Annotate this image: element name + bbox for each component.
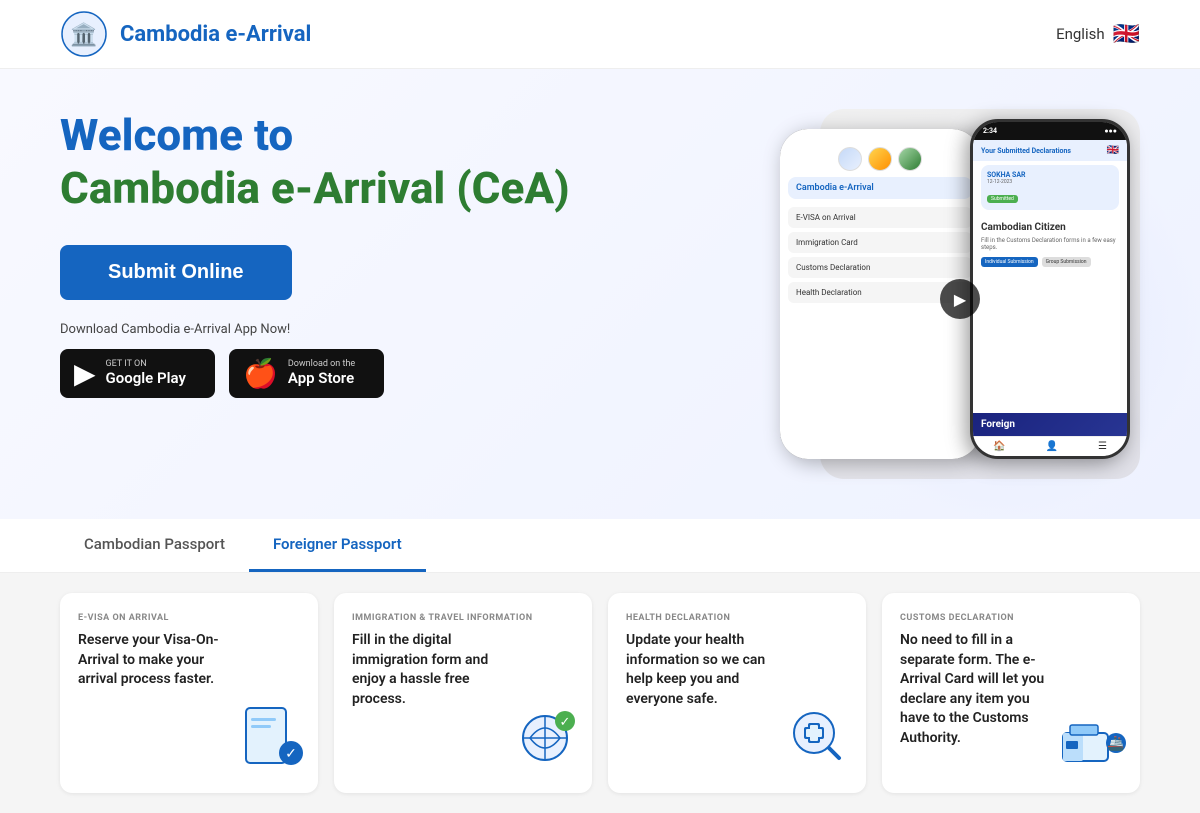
- cards-section: E-VISA ON ARRIVAL Reserve your Visa-On-A…: [0, 573, 1200, 813]
- tabs-section: Cambodian Passport Foreigner Passport: [0, 519, 1200, 573]
- card-health-tag: HEALTH DECLARATION: [626, 613, 848, 623]
- phone-time: 2:34: [983, 127, 997, 135]
- tab-foreigner-passport[interactable]: Foreigner Passport: [249, 519, 426, 572]
- submit-online-button[interactable]: Submit Online: [60, 245, 292, 300]
- hero-section: Welcome to Cambodia e-Arrival (CeA) Subm…: [0, 69, 1200, 519]
- phone-citizen-desc: Fill in the Customs Declaration forms in…: [981, 237, 1119, 251]
- card-immigration: IMMIGRATION & TRAVEL INFORMATION Fill in…: [334, 593, 592, 793]
- language-selector[interactable]: English 🇬🇧: [1056, 22, 1140, 47]
- svg-text:✓: ✓: [560, 715, 571, 730]
- svg-text:✓: ✓: [285, 746, 297, 762]
- card-customs-tag: CUSTOMS DECLARATION: [900, 613, 1122, 623]
- header: 🏛️ Cambodia e-Arrival English 🇬🇧: [0, 0, 1200, 69]
- phone-individual-btn[interactable]: Individual Submission: [981, 257, 1038, 267]
- card-evisa-icon: ✓: [236, 703, 306, 773]
- google-play-top-text: GET IT ON: [106, 360, 186, 369]
- phone-card-status: Submitted: [987, 195, 1018, 203]
- phone-declarations-header: Your Submitted Declarations: [981, 147, 1071, 155]
- card-immigration-title: Fill in the digital immigration form and…: [352, 631, 512, 709]
- hero-content: Welcome to Cambodia e-Arrival (CeA) Subm…: [60, 109, 620, 398]
- phone-card-date: 12-12-2023: [987, 179, 1113, 185]
- hero-welcome-line2: Cambodia e-Arrival (CeA): [60, 162, 620, 215]
- card-evisa-title: Reserve your Visa-On-Arrival to make you…: [78, 631, 238, 690]
- app-badges: ▶ GET IT ON Google Play 🍎 Download on th…: [60, 349, 620, 398]
- site-title: Cambodia e-Arrival: [120, 22, 311, 47]
- google-play-main-text: Google Play: [106, 369, 186, 387]
- card-immigration-tag: IMMIGRATION & TRAVEL INFORMATION: [352, 613, 574, 623]
- google-play-icon: ▶: [74, 357, 96, 390]
- card-health-icon: [784, 703, 854, 773]
- svg-text:🚢: 🚢: [1107, 736, 1124, 752]
- card-immigration-icon: ✓: [510, 703, 580, 773]
- svg-text:🏛️: 🏛️: [70, 22, 97, 48]
- phone-app-name: Cambodia e-Arrival: [788, 177, 972, 199]
- card-customs-title: No need to fill in a separate form. The …: [900, 631, 1060, 749]
- phone-group-btn[interactable]: Group Submission: [1042, 257, 1091, 267]
- card-evisa-tag: E-VISA ON ARRIVAL: [78, 613, 300, 623]
- download-label: Download Cambodia e-Arrival App Now!: [60, 322, 620, 337]
- phone-user-name: SOKHA SAR: [987, 171, 1113, 179]
- google-play-badge[interactable]: ▶ GET IT ON Google Play: [60, 349, 215, 398]
- app-store-badge[interactable]: 🍎 Download on the App Store: [229, 349, 384, 398]
- phone-menu-immigration: Immigration Card: [788, 232, 972, 253]
- app-store-main-text: App Store: [288, 369, 355, 387]
- app-store-top-text: Download on the: [288, 360, 355, 369]
- phone-menu-evisa: E-VISA on Arrival: [788, 207, 972, 228]
- phone-menu-customs: Customs Declaration: [788, 257, 972, 278]
- flag-icon: 🇬🇧: [1113, 22, 1140, 47]
- passport-tabs: Cambodian Passport Foreigner Passport: [60, 519, 1140, 572]
- phone-front: 2:34 ●●● Your Submitted Declarations 🇬🇧 …: [970, 119, 1130, 459]
- logo-icon: 🏛️: [60, 10, 108, 58]
- language-label: English: [1056, 25, 1105, 43]
- phone-citizen-title: Cambodian Citizen: [981, 222, 1119, 233]
- hero-welcome-line1: Welcome to: [60, 109, 620, 162]
- apple-icon: 🍎: [243, 357, 278, 390]
- phone-foreign-label: Foreign: [981, 419, 1119, 430]
- phone-mockup-container: Cambodia e-Arrival E-VISA on Arrival Imm…: [780, 109, 1140, 489]
- card-customs-icon: 🚢: [1058, 703, 1128, 773]
- logo-container[interactable]: 🏛️ Cambodia e-Arrival: [60, 10, 311, 58]
- card-evisa: E-VISA ON ARRIVAL Reserve your Visa-On-A…: [60, 593, 318, 793]
- tab-cambodian-passport[interactable]: Cambodian Passport: [60, 519, 249, 572]
- card-health-title: Update your health information so we can…: [626, 631, 786, 709]
- play-button[interactable]: ▶: [940, 279, 980, 319]
- card-health: HEALTH DECLARATION Update your health in…: [608, 593, 866, 793]
- card-customs: CUSTOMS DECLARATION No need to fill in a…: [882, 593, 1140, 793]
